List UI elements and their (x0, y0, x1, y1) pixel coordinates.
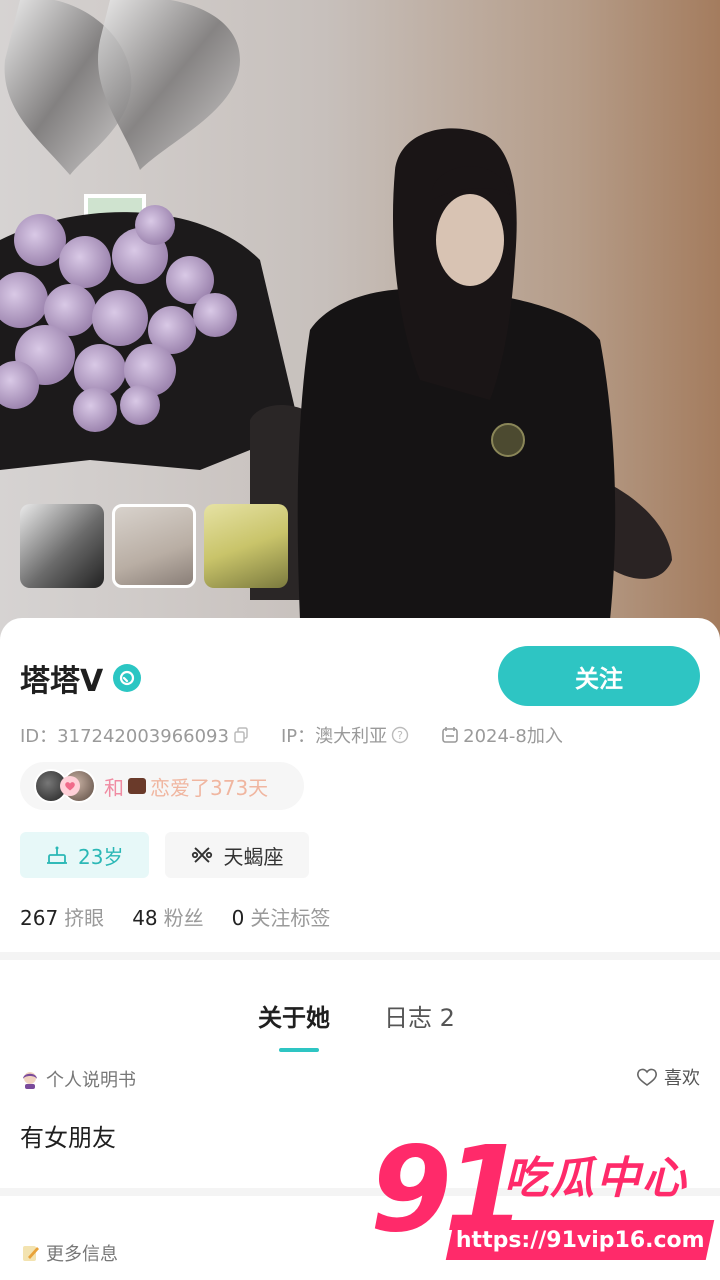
couple-relationship-pill[interactable]: 和 恋爱了373天 (20, 762, 304, 810)
section-divider (0, 952, 720, 960)
couple-days: 恋爱了373天 (150, 775, 269, 800)
cover-thumbnail-active[interactable] (112, 504, 196, 588)
stat-followed-tags[interactable]: 0 关注标签 (232, 902, 331, 931)
cover-thumbnail[interactable] (204, 504, 288, 588)
watermark-title: 吃瓜中心 (504, 1153, 688, 1204)
scorpio-icon (192, 847, 213, 863)
copy-icon[interactable] (233, 727, 249, 743)
meta-row: ID：317242003966093 IP：澳大利亚 ? 2024-8加入 (20, 722, 595, 748)
user-name: 塔塔V (20, 664, 104, 699)
gift-bag-icon (128, 778, 146, 794)
about-section-title: 个人说明书 (46, 1070, 136, 1091)
person-emoji-icon (23, 1072, 37, 1089)
age-text: 23岁 (78, 844, 124, 869)
more-info-section-header: 更多信息 (20, 1240, 118, 1266)
profile-tabs: 关于她 日志 2 (0, 998, 720, 1058)
couple-text: 和 恋爱了373天 (104, 772, 268, 801)
question-circle-icon[interactable]: ? (391, 726, 409, 744)
stat-number: 48 (132, 906, 158, 930)
tab-diary[interactable]: 日志 2 (384, 998, 455, 1033)
verified-badge-icon (113, 664, 142, 692)
cake-icon (47, 846, 67, 864)
zodiac-text: 天蝎座 (223, 844, 284, 869)
like-button[interactable]: 喜欢 (636, 1064, 700, 1090)
more-info-title: 更多信息 (46, 1244, 118, 1265)
zodiac-tag: 天蝎座 (165, 832, 310, 878)
user-id[interactable]: ID：317242003966093 (20, 722, 249, 748)
heart-outline-icon (637, 1068, 657, 1086)
couple-prefix: 和 (104, 775, 124, 800)
stat-fans[interactable]: 48 粉丝 (132, 902, 203, 931)
about-text: 有女朋友 (20, 1124, 116, 1152)
active-tab-indicator (279, 1048, 319, 1052)
profile-cover-photo[interactable] (0, 0, 720, 660)
cover-thumbnail[interactable] (20, 504, 104, 588)
heart-icon (60, 776, 80, 796)
stat-label: 关注标签 (250, 906, 331, 930)
profile-stats: 267 挤眼 48 粉丝 0 关注标签 (20, 902, 330, 931)
cover-thumbnails (20, 504, 288, 588)
join-date-text: 2024-8加入 (463, 726, 563, 747)
calendar-icon (442, 727, 458, 743)
tab-about[interactable]: 关于她 (258, 998, 330, 1033)
ip-location-text: IP：澳大利亚 (280, 726, 388, 747)
join-date: 2024-8加入 (441, 722, 563, 748)
memo-icon (23, 1246, 39, 1261)
stat-label: 挤眼 (64, 906, 105, 930)
about-section-header: 个人说明书 (20, 1066, 136, 1092)
like-label: 喜欢 (664, 1068, 700, 1089)
stat-number: 267 (20, 906, 59, 930)
stat-label: 粉丝 (163, 906, 204, 930)
follow-button[interactable]: 关注 (498, 646, 700, 706)
watermark-url: https://91vip16.com (445, 1220, 715, 1260)
stat-number: 0 (231, 906, 245, 930)
ip-location: IP：澳大利亚 ? (281, 722, 409, 748)
user-id-text: ID：317242003966093 (20, 726, 229, 747)
name-row: 塔塔V (20, 656, 142, 700)
watermark-url-text: https://91vip16.com (455, 1227, 705, 1253)
profile-tags: 23岁 天蝎座 (20, 832, 310, 878)
svg-text:?: ? (397, 729, 403, 742)
stat-wink[interactable]: 267 挤眼 (20, 902, 104, 931)
age-tag: 23岁 (20, 832, 150, 878)
site-watermark: 91 吃瓜中心 https://91vip16.com (366, 1120, 720, 1268)
